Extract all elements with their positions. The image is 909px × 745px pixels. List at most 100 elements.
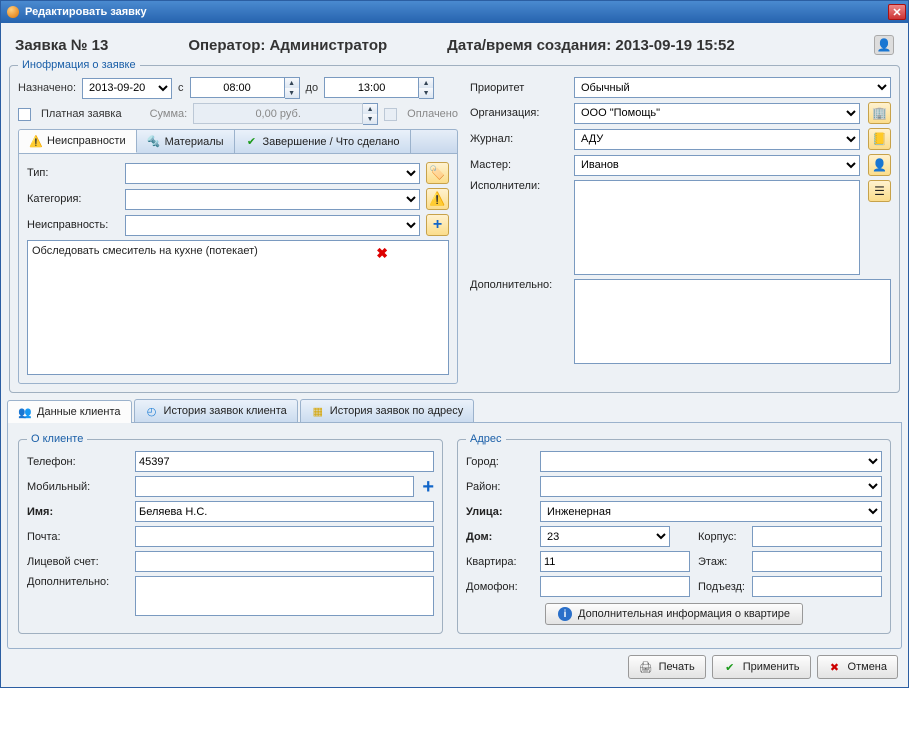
add-defect-button[interactable]: + bbox=[426, 214, 449, 236]
journal-button[interactable]: 📒 bbox=[868, 128, 891, 150]
print-button[interactable]: 🖨 Печать bbox=[628, 655, 706, 679]
master-button[interactable]: 👤 bbox=[868, 154, 891, 176]
executors-label: Исполнители: bbox=[470, 180, 570, 192]
button-bar: 🖨 Печать ✔ Применить ✖ Отмена bbox=[7, 649, 902, 681]
assigned-date[interactable]: 2013-09-20 bbox=[82, 78, 172, 99]
request-no: 13 bbox=[92, 37, 109, 54]
master-select[interactable]: Иванов bbox=[574, 155, 860, 176]
sum-label: Сумма: bbox=[150, 108, 188, 120]
tag-icon: 🏷️ bbox=[429, 165, 445, 181]
city-label: Город: bbox=[466, 456, 536, 468]
category-select[interactable] bbox=[125, 189, 420, 210]
warning-icon: ⚠️ bbox=[29, 134, 43, 148]
tab-client-data-label: Данные клиента bbox=[37, 406, 121, 418]
email-label: Почта: bbox=[27, 531, 131, 543]
info-tabs: ⚠️ Неисправности 🔩 Материалы ✔ Завершени… bbox=[18, 129, 458, 153]
org-button[interactable]: 🏢 bbox=[868, 102, 891, 124]
phone-label: Телефон: bbox=[27, 456, 131, 468]
korpus-input[interactable] bbox=[752, 526, 882, 547]
to-label: до bbox=[306, 82, 319, 94]
spin-down-icon[interactable]: ▼ bbox=[285, 88, 299, 98]
created-value: 2013-09-19 15:52 bbox=[615, 37, 734, 54]
floor-label: Этаж: bbox=[698, 556, 748, 568]
mobile-input[interactable] bbox=[135, 476, 414, 497]
tab-client-data[interactable]: 👥 Данные клиента bbox=[7, 400, 132, 423]
org-label: Организация: bbox=[470, 107, 570, 119]
category-warn-button[interactable]: ⚠️ bbox=[426, 188, 449, 210]
house-select[interactable]: 23 bbox=[540, 526, 670, 547]
check-icon: ✔ bbox=[245, 135, 259, 149]
time-to[interactable] bbox=[324, 77, 419, 98]
tab-done[interactable]: ✔ Завершение / Что сделано bbox=[235, 130, 411, 153]
city-select[interactable] bbox=[540, 451, 882, 472]
account-label: Лицевой счет: bbox=[27, 556, 131, 568]
spin-up-icon[interactable]: ▲ bbox=[419, 78, 433, 88]
name-input[interactable] bbox=[135, 501, 434, 522]
window-title: Редактировать заявку bbox=[25, 6, 147, 18]
head-user-icon[interactable]: 👤 bbox=[874, 35, 894, 55]
floor-input[interactable] bbox=[752, 551, 882, 572]
defect-select[interactable] bbox=[125, 215, 420, 236]
delete-defect-icon[interactable]: ✖ bbox=[376, 245, 388, 262]
address-fieldset: Адрес Город: Район: Улица: Инженерная bbox=[457, 433, 891, 634]
email-input[interactable] bbox=[135, 526, 434, 547]
additional-text[interactable] bbox=[574, 279, 891, 364]
tab-defects-body: Тип: 🏷️ Категория: ⚠️ Неисправность: bbox=[18, 153, 458, 384]
district-select[interactable] bbox=[540, 476, 882, 497]
tab-done-label: Завершение / Что сделано bbox=[263, 136, 400, 148]
operator-label: Оператор: bbox=[188, 37, 265, 54]
cancel-icon: ✖ bbox=[828, 660, 842, 674]
phone-input[interactable] bbox=[135, 451, 434, 472]
assigned-label: Назначено: bbox=[18, 82, 76, 94]
close-icon: ✕ bbox=[892, 6, 901, 19]
flat-input[interactable] bbox=[540, 551, 690, 572]
time-from[interactable] bbox=[190, 77, 285, 98]
apply-button[interactable]: ✔ Применить bbox=[712, 655, 811, 679]
app-icon bbox=[7, 6, 19, 18]
spin-up-icon[interactable]: ▲ bbox=[285, 78, 299, 88]
tab-defects[interactable]: ⚠️ Неисправности bbox=[19, 130, 137, 153]
gear-icon: 🔩 bbox=[147, 135, 161, 149]
tab-addr-history[interactable]: ▦ История заявок по адресу bbox=[300, 399, 474, 422]
clock-icon: ◴ bbox=[145, 404, 159, 418]
tab-materials[interactable]: 🔩 Материалы bbox=[137, 130, 235, 153]
tab-client-history[interactable]: ◴ История заявок клиента bbox=[134, 399, 298, 422]
titlebar: Редактировать заявку ✕ bbox=[1, 1, 908, 23]
account-input[interactable] bbox=[135, 551, 434, 572]
spin-down-icon[interactable]: ▼ bbox=[419, 88, 433, 98]
close-button[interactable]: ✕ bbox=[888, 4, 906, 20]
paid-checkbox[interactable] bbox=[18, 108, 31, 121]
apt-more-info-label: Дополнительная информация о квартире bbox=[578, 608, 790, 620]
address-legend: Адрес bbox=[466, 433, 506, 445]
tab-materials-label: Материалы bbox=[165, 136, 224, 148]
cancel-label: Отмена bbox=[848, 661, 887, 673]
type-lookup-button[interactable]: 🏷️ bbox=[426, 162, 449, 184]
category-label: Категория: bbox=[27, 193, 119, 205]
priority-select[interactable]: Обычный bbox=[574, 77, 891, 98]
add-mobile-icon[interactable]: + bbox=[422, 477, 434, 497]
street-select[interactable]: Инженерная bbox=[540, 501, 882, 522]
intercom-input[interactable] bbox=[540, 576, 690, 597]
journal-select[interactable]: АДУ bbox=[574, 129, 860, 150]
cancel-button[interactable]: ✖ Отмена bbox=[817, 655, 898, 679]
executors-list[interactable] bbox=[574, 180, 860, 275]
entrance-input[interactable] bbox=[752, 576, 882, 597]
request-info-legend: Инофрмация о заявке bbox=[18, 59, 140, 71]
defect-list[interactable]: Обследовать смеситель на кухне (потекает… bbox=[27, 240, 449, 375]
apt-more-info-button[interactable]: i Дополнительная информация о квартире bbox=[545, 603, 803, 625]
executors-button[interactable]: ☰ bbox=[868, 180, 891, 202]
paid-done-label: Оплачено bbox=[407, 108, 458, 120]
type-select[interactable] bbox=[125, 163, 420, 184]
request-no-label: Заявка № bbox=[15, 37, 87, 54]
print-label: Печать bbox=[659, 661, 695, 673]
entrance-label: Подъезд: bbox=[698, 581, 748, 593]
org-select[interactable]: ООО "Помощь" bbox=[574, 103, 860, 124]
paid-label: Платная заявка bbox=[41, 108, 122, 120]
tab-client-history-label: История заявок клиента bbox=[164, 405, 287, 417]
defect-item-1[interactable]: Обследовать смеситель на кухне (потекает… bbox=[32, 245, 258, 257]
person-icon: 👤 bbox=[872, 158, 887, 172]
client-extra-text[interactable] bbox=[135, 576, 434, 616]
house-label: Дом: bbox=[466, 531, 536, 543]
spin-up-icon: ▲ bbox=[363, 104, 377, 114]
priority-label: Приоритет bbox=[470, 82, 570, 94]
